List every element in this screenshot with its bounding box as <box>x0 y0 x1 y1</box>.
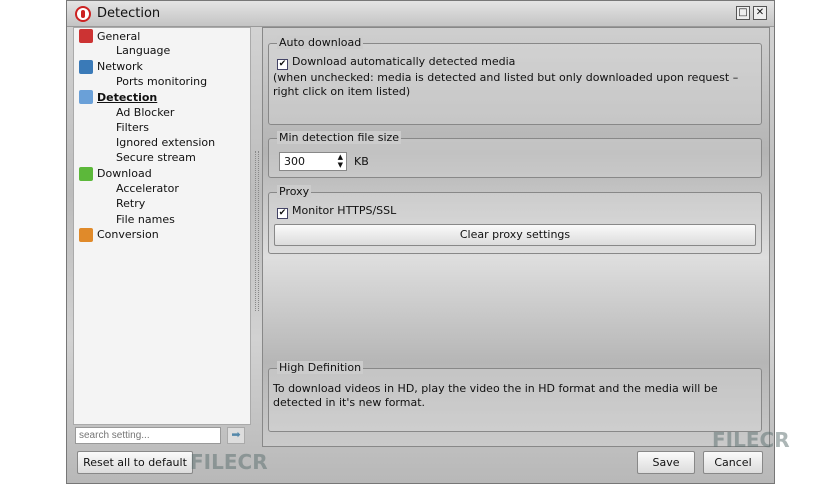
tree-item-label: Ignored extension <box>116 136 216 150</box>
conversion-icon <box>79 227 93 242</box>
tree-item-label: Network <box>97 60 143 74</box>
tree-item-download[interactable]: Download <box>79 166 152 181</box>
tree-item-label: Filters <box>116 120 149 134</box>
auto-download-group: Auto download ✔ Download automatically de… <box>268 36 762 125</box>
maximize-button[interactable]: □ <box>736 6 750 20</box>
checkbox-checked-icon: ✔ <box>277 59 288 70</box>
splitter-handle[interactable] <box>255 151 259 311</box>
tree-item-label: File names <box>116 212 175 226</box>
auto-download-checkbox[interactable]: ✔ Download automatically detected media <box>277 55 515 70</box>
min-size-value: 300 <box>284 155 305 168</box>
search-go-button[interactable]: ➡ <box>227 427 245 444</box>
clear-proxy-button[interactable]: Clear proxy settings <box>274 224 756 246</box>
reset-all-button[interactable]: Reset all to default <box>77 451 193 474</box>
group-title: Min detection file size <box>277 131 402 144</box>
spinner-arrows-icon[interactable]: ▲ ▼ <box>338 153 343 169</box>
tree-item-ad-blocker[interactable]: Ad Blocker <box>116 106 174 119</box>
hd-text: To download videos in HD, play the video… <box>273 382 718 409</box>
close-button[interactable]: ✕ <box>753 6 767 20</box>
checkbox-checked-icon: ✔ <box>277 208 288 219</box>
checkbox-label: Monitor HTTPS/SSL <box>292 204 397 217</box>
tree-item-secure-stream[interactable]: Secure stream <box>116 151 196 164</box>
tree-item-label: Retry <box>116 197 146 211</box>
cancel-button[interactable]: Cancel <box>703 451 763 474</box>
tree-item-label: Detection <box>97 90 158 104</box>
min-size-group: Min detection file size 300 ▲ ▼ KB <box>268 131 762 178</box>
tree-item-label: Ports monitoring <box>116 74 208 88</box>
tree-item-label: Conversion <box>97 228 159 242</box>
tree-item-conversion[interactable]: Conversion <box>79 227 159 242</box>
tree-item-network[interactable]: Network <box>79 59 143 74</box>
tree-item-label: Ad Blocker <box>116 105 175 119</box>
detection-icon <box>79 90 93 105</box>
settings-panel: Auto download ✔ Download automatically de… <box>262 27 770 447</box>
detection-window: Detection □ ✕ General Language Network Port… <box>66 0 775 484</box>
save-button[interactable]: Save <box>637 451 695 474</box>
tree-item-label: Secure stream <box>116 151 196 165</box>
window-title: Detection <box>97 6 161 21</box>
group-title: Proxy <box>277 185 312 198</box>
checkbox-label: Download automatically detected media <box>292 55 516 68</box>
title-bar: Detection □ ✕ <box>67 1 774 27</box>
high-definition-group: High Definition To download videos in HD… <box>268 361 762 432</box>
tree-item-file-names[interactable]: File names <box>116 213 175 226</box>
monitor-https-checkbox[interactable]: ✔ Monitor HTTPS/SSL <box>277 204 396 219</box>
unit-label: KB <box>354 155 369 168</box>
proxy-group: Proxy ✔ Monitor HTTPS/SSL Clear proxy set… <box>268 185 762 254</box>
tree-item-ports-monitoring[interactable]: Ports monitoring <box>116 75 207 88</box>
tree-item-detection[interactable]: Detection <box>79 90 158 105</box>
tree-item-retry[interactable]: Retry <box>116 197 145 210</box>
tree-item-language[interactable]: Language <box>116 44 170 57</box>
group-title: High Definition <box>277 361 364 374</box>
app-logo-icon <box>75 5 91 22</box>
tree-item-label: Accelerator <box>116 182 179 195</box>
tree-item-label: Download <box>97 167 152 181</box>
settings-tree: General Language Network Ports monitoring De… <box>73 27 251 425</box>
tree-item-ignored-extension[interactable]: Ignored extension <box>116 136 215 149</box>
tree-item-filters[interactable]: Filters <box>116 121 149 134</box>
group-title: Auto download <box>277 36 364 49</box>
auto-download-note: (when unchecked: media is detected and l… <box>273 71 739 98</box>
network-icon <box>79 59 93 74</box>
tree-item-label: General <box>97 29 141 43</box>
tree-item-general[interactable]: General <box>79 29 140 43</box>
general-icon <box>79 29 93 43</box>
tree-item-accelerator[interactable]: Accelerator <box>116 182 179 195</box>
arrow-right-icon: ➡ <box>231 428 241 441</box>
search-setting-input[interactable] <box>75 427 221 444</box>
tree-item-label: Language <box>116 44 171 58</box>
min-size-spinner[interactable]: 300 ▲ ▼ <box>279 152 347 171</box>
download-icon <box>79 166 93 181</box>
